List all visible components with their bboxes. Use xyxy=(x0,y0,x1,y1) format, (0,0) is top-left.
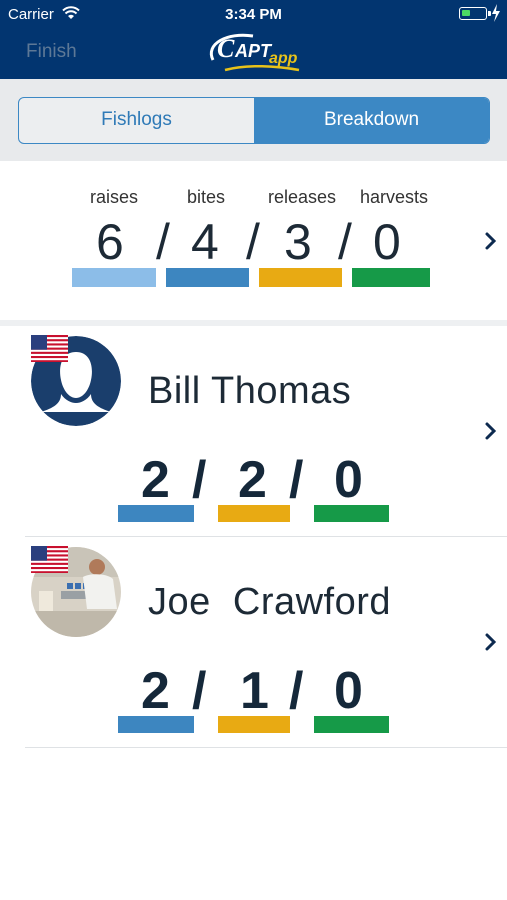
chevron-right-icon[interactable] xyxy=(484,421,498,441)
bites-label: bites xyxy=(186,187,226,207)
tab-breakdown[interactable]: Breakdown xyxy=(254,98,489,143)
clock: 3:34 PM xyxy=(225,6,282,23)
harvests-label: harvests xyxy=(359,187,429,207)
harvests-count: 0 xyxy=(334,662,363,720)
angler-row-bill-thomas[interactable]: Bill Thomas 2 / 2 / 0 xyxy=(0,326,507,537)
segment-area: Fishlogs Breakdown xyxy=(0,79,507,161)
angler-name: Bill Thomas xyxy=(148,370,352,412)
separator: / xyxy=(338,214,352,270)
us-flag-icon xyxy=(31,546,68,573)
separator: / xyxy=(192,662,207,720)
bites-count: 2 xyxy=(141,662,170,720)
svg-text:C: C xyxy=(217,34,235,63)
raises-count: 6 xyxy=(96,214,124,270)
separator: / xyxy=(289,662,304,720)
harvests-count: 0 xyxy=(334,451,363,509)
bites-color-bar xyxy=(118,505,194,522)
battery-icon xyxy=(459,7,491,20)
releases-label: releases xyxy=(267,187,337,207)
harvests-color-bar xyxy=(352,268,430,287)
angler-name: Joe Crawford xyxy=(148,581,392,623)
angler-row-joe-crawford[interactable]: Joe Crawford 2 / 1 / 0 xyxy=(0,537,507,748)
releases-color-bar xyxy=(259,268,342,287)
summary-numbers: 6 / 4 / 3 / 0 xyxy=(0,213,507,273)
releases-count: 3 xyxy=(284,214,312,270)
releases-color-bar xyxy=(218,505,290,522)
segmented-control: Fishlogs Breakdown xyxy=(18,97,490,144)
harvests-count: 0 xyxy=(373,214,401,270)
separator: / xyxy=(156,214,170,270)
harvests-color-bar xyxy=(314,716,389,733)
finish-button[interactable]: Finish xyxy=(26,41,77,63)
us-flag-icon xyxy=(31,335,68,362)
raises-color-bar xyxy=(72,268,156,287)
separator: / xyxy=(192,451,207,509)
chevron-right-icon[interactable] xyxy=(484,632,498,652)
charging-bolt-icon xyxy=(492,4,500,22)
summary-totals[interactable]: raises bites releases harvests 6 / 4 / 3… xyxy=(0,161,507,320)
tab-fishlogs[interactable]: Fishlogs xyxy=(19,98,254,143)
top-navigation-bar: Carrier 3:34 PM Finish C APT app xyxy=(0,0,507,79)
bites-color-bar xyxy=(118,716,194,733)
releases-count: 2 xyxy=(238,451,267,509)
bites-color-bar xyxy=(166,268,249,287)
bites-count: 2 xyxy=(141,451,170,509)
raises-label: raises xyxy=(89,187,138,207)
releases-count: 1 xyxy=(240,662,269,720)
svg-text:app: app xyxy=(269,50,298,67)
separator: / xyxy=(246,214,260,270)
releases-color-bar xyxy=(218,716,290,733)
harvests-color-bar xyxy=(314,505,389,522)
chevron-right-icon[interactable] xyxy=(484,231,498,251)
svg-text:APT: APT xyxy=(234,41,273,61)
separator: / xyxy=(289,451,304,509)
status-bar: Carrier 3:34 PM xyxy=(0,0,507,28)
row-divider xyxy=(25,747,507,748)
captapp-logo: C APT app xyxy=(209,33,300,72)
bites-count: 4 xyxy=(191,214,219,270)
